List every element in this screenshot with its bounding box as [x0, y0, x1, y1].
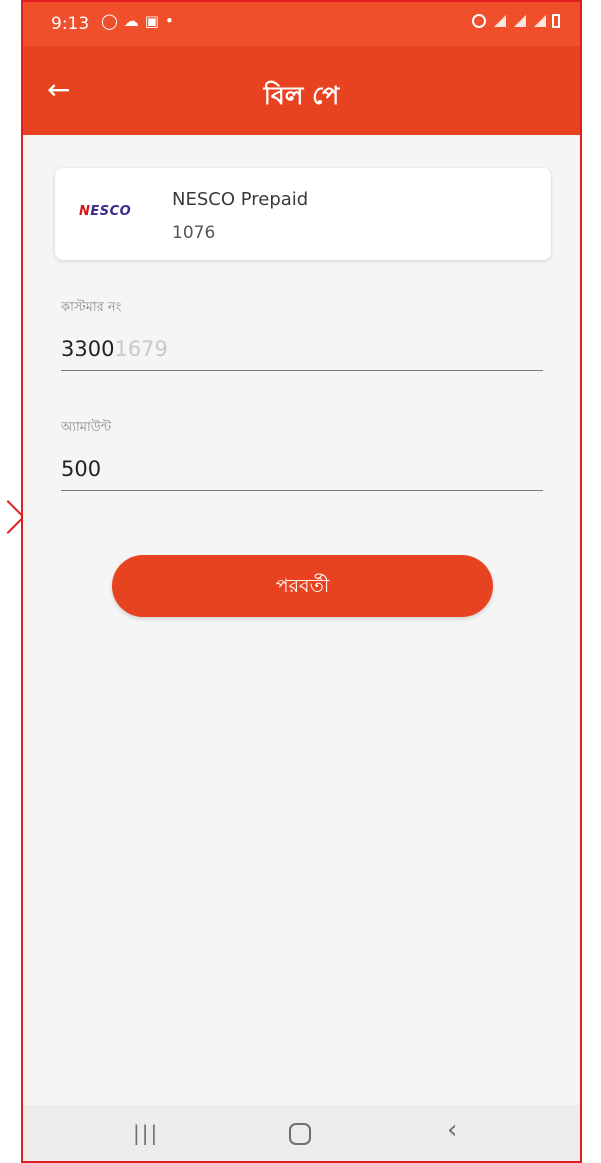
status-bar: 9:13 ◯ ☁ ▣ •: [23, 2, 580, 46]
home-icon[interactable]: [289, 1123, 311, 1145]
cloud-icon: ☁: [123, 12, 139, 30]
phone-screen: 9:13 ◯ ☁ ▣ • ← বিল পে NESCO NESCO Prepai…: [21, 0, 582, 1163]
signal-icon: [492, 15, 506, 27]
biller-code: 1076: [172, 223, 216, 243]
nav-back-icon[interactable]: ‹: [447, 1115, 457, 1145]
customer-no-value: 3300: [61, 337, 115, 361]
signal-4g-icon: [512, 15, 526, 27]
biller-name: NESCO Prepaid: [172, 189, 309, 210]
biller-card: NESCO NESCO Prepaid 1076: [55, 168, 551, 260]
customer-no-value-faded: 1679: [114, 337, 168, 361]
toolbar: ← বিল পে: [23, 46, 580, 135]
system-nav-bar: ||| ‹: [23, 1105, 580, 1161]
page-title: বিল পে: [263, 81, 340, 110]
amount-field: অ্যামাউন্ট 500: [61, 418, 543, 491]
battery-icon: [552, 14, 560, 28]
alarm-icon: [472, 14, 486, 28]
customer-no-label: কাস্টমার নং: [61, 300, 122, 315]
gallery-icon: ▣: [144, 12, 159, 30]
system-icons: [472, 14, 560, 28]
notification-icons: ◯ ☁ ▣ •: [101, 12, 174, 30]
nesco-logo: NESCO: [79, 204, 132, 219]
whatsapp-icon: ◯: [101, 12, 118, 30]
customer-no-field: কাস্টমার নং 33001679: [61, 298, 543, 371]
amount-label: অ্যামাউন্ট: [61, 420, 112, 435]
customer-no-input[interactable]: 33001679: [61, 337, 543, 371]
dot-icon: •: [164, 12, 174, 30]
recents-icon[interactable]: |||: [133, 1121, 159, 1145]
signal-2-icon: [532, 15, 546, 27]
status-time: 9:13: [51, 14, 90, 34]
app-header: 9:13 ◯ ☁ ▣ • ← বিল পে: [23, 2, 580, 135]
amount-value: 500: [61, 457, 102, 481]
amount-input[interactable]: 500: [61, 457, 543, 491]
next-button[interactable]: পরবর্তী: [112, 555, 493, 617]
